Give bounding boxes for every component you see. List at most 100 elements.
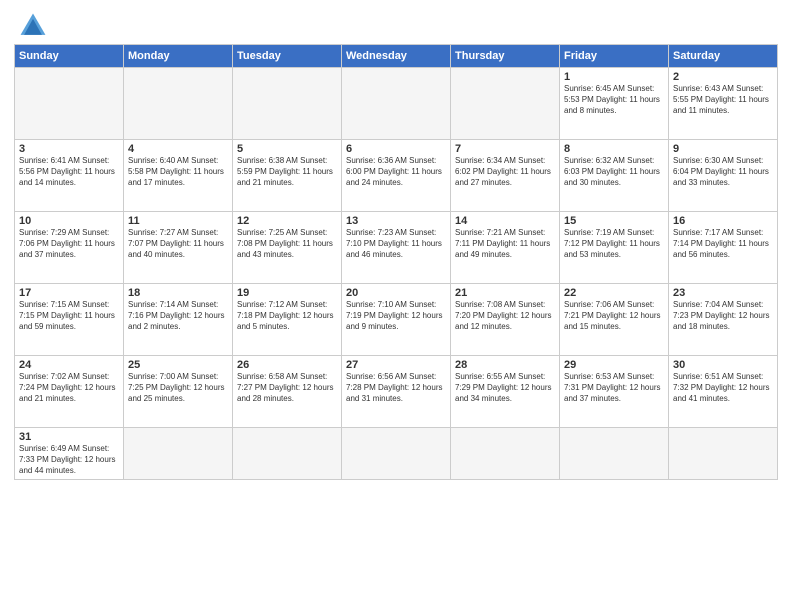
calendar-cell: 14Sunrise: 7:21 AM Sunset: 7:11 PM Dayli…: [451, 212, 560, 284]
header-day-friday: Friday: [560, 45, 669, 68]
calendar-cell: [669, 428, 778, 480]
day-number: 20: [346, 287, 446, 299]
day-number: 14: [455, 215, 555, 227]
day-info: Sunrise: 6:53 AM Sunset: 7:31 PM Dayligh…: [564, 372, 664, 404]
calendar-cell: 29Sunrise: 6:53 AM Sunset: 7:31 PM Dayli…: [560, 356, 669, 428]
day-info: Sunrise: 7:02 AM Sunset: 7:24 PM Dayligh…: [19, 372, 119, 404]
logo-icon: [17, 10, 49, 42]
day-info: Sunrise: 6:40 AM Sunset: 5:58 PM Dayligh…: [128, 156, 228, 188]
day-number: 9: [673, 143, 773, 155]
calendar-header-row: SundayMondayTuesdayWednesdayThursdayFrid…: [15, 45, 778, 68]
day-number: 30: [673, 359, 773, 371]
calendar-cell: [342, 428, 451, 480]
day-info: Sunrise: 6:55 AM Sunset: 7:29 PM Dayligh…: [455, 372, 555, 404]
calendar-cell: 22Sunrise: 7:06 AM Sunset: 7:21 PM Dayli…: [560, 284, 669, 356]
calendar-week-3: 17Sunrise: 7:15 AM Sunset: 7:15 PM Dayli…: [15, 284, 778, 356]
header-day-sunday: Sunday: [15, 45, 124, 68]
calendar-cell: 23Sunrise: 7:04 AM Sunset: 7:23 PM Dayli…: [669, 284, 778, 356]
day-info: Sunrise: 6:43 AM Sunset: 5:55 PM Dayligh…: [673, 84, 773, 116]
logo: [14, 10, 49, 42]
day-number: 22: [564, 287, 664, 299]
day-info: Sunrise: 6:41 AM Sunset: 5:56 PM Dayligh…: [19, 156, 119, 188]
calendar-cell: 26Sunrise: 6:58 AM Sunset: 7:27 PM Dayli…: [233, 356, 342, 428]
calendar-week-0: 1Sunrise: 6:45 AM Sunset: 5:53 PM Daylig…: [15, 68, 778, 140]
calendar-cell: 24Sunrise: 7:02 AM Sunset: 7:24 PM Dayli…: [15, 356, 124, 428]
calendar-week-1: 3Sunrise: 6:41 AM Sunset: 5:56 PM Daylig…: [15, 140, 778, 212]
day-number: 25: [128, 359, 228, 371]
day-info: Sunrise: 7:25 AM Sunset: 7:08 PM Dayligh…: [237, 228, 337, 260]
calendar-cell: 16Sunrise: 7:17 AM Sunset: 7:14 PM Dayli…: [669, 212, 778, 284]
day-info: Sunrise: 7:10 AM Sunset: 7:19 PM Dayligh…: [346, 300, 446, 332]
header-day-tuesday: Tuesday: [233, 45, 342, 68]
day-info: Sunrise: 7:12 AM Sunset: 7:18 PM Dayligh…: [237, 300, 337, 332]
day-number: 8: [564, 143, 664, 155]
calendar-cell: [124, 428, 233, 480]
day-number: 11: [128, 215, 228, 227]
header-day-thursday: Thursday: [451, 45, 560, 68]
calendar-cell: 27Sunrise: 6:56 AM Sunset: 7:28 PM Dayli…: [342, 356, 451, 428]
day-info: Sunrise: 6:51 AM Sunset: 7:32 PM Dayligh…: [673, 372, 773, 404]
calendar-table: SundayMondayTuesdayWednesdayThursdayFrid…: [14, 44, 778, 480]
calendar-cell: [233, 428, 342, 480]
day-number: 16: [673, 215, 773, 227]
calendar-cell: 17Sunrise: 7:15 AM Sunset: 7:15 PM Dayli…: [15, 284, 124, 356]
calendar-week-5: 31Sunrise: 6:49 AM Sunset: 7:33 PM Dayli…: [15, 428, 778, 480]
day-info: Sunrise: 6:36 AM Sunset: 6:00 PM Dayligh…: [346, 156, 446, 188]
day-number: 4: [128, 143, 228, 155]
day-number: 27: [346, 359, 446, 371]
calendar-cell: 11Sunrise: 7:27 AM Sunset: 7:07 PM Dayli…: [124, 212, 233, 284]
calendar-cell: [451, 428, 560, 480]
day-info: Sunrise: 7:29 AM Sunset: 7:06 PM Dayligh…: [19, 228, 119, 260]
calendar-cell: [124, 68, 233, 140]
calendar-cell: 31Sunrise: 6:49 AM Sunset: 7:33 PM Dayli…: [15, 428, 124, 480]
header-day-wednesday: Wednesday: [342, 45, 451, 68]
calendar-cell: 30Sunrise: 6:51 AM Sunset: 7:32 PM Dayli…: [669, 356, 778, 428]
calendar-week-4: 24Sunrise: 7:02 AM Sunset: 7:24 PM Dayli…: [15, 356, 778, 428]
day-info: Sunrise: 7:23 AM Sunset: 7:10 PM Dayligh…: [346, 228, 446, 260]
calendar-cell: 1Sunrise: 6:45 AM Sunset: 5:53 PM Daylig…: [560, 68, 669, 140]
day-number: 2: [673, 71, 773, 83]
day-info: Sunrise: 7:08 AM Sunset: 7:20 PM Dayligh…: [455, 300, 555, 332]
calendar-week-2: 10Sunrise: 7:29 AM Sunset: 7:06 PM Dayli…: [15, 212, 778, 284]
day-info: Sunrise: 7:06 AM Sunset: 7:21 PM Dayligh…: [564, 300, 664, 332]
day-number: 12: [237, 215, 337, 227]
calendar-cell: 28Sunrise: 6:55 AM Sunset: 7:29 PM Dayli…: [451, 356, 560, 428]
header-day-monday: Monday: [124, 45, 233, 68]
day-info: Sunrise: 6:45 AM Sunset: 5:53 PM Dayligh…: [564, 84, 664, 116]
calendar-cell: 18Sunrise: 7:14 AM Sunset: 7:16 PM Dayli…: [124, 284, 233, 356]
calendar-cell: 7Sunrise: 6:34 AM Sunset: 6:02 PM Daylig…: [451, 140, 560, 212]
day-number: 31: [19, 431, 119, 443]
day-number: 21: [455, 287, 555, 299]
calendar-cell: 10Sunrise: 7:29 AM Sunset: 7:06 PM Dayli…: [15, 212, 124, 284]
calendar-cell: 13Sunrise: 7:23 AM Sunset: 7:10 PM Dayli…: [342, 212, 451, 284]
calendar-cell: 19Sunrise: 7:12 AM Sunset: 7:18 PM Dayli…: [233, 284, 342, 356]
day-number: 5: [237, 143, 337, 155]
header-day-saturday: Saturday: [669, 45, 778, 68]
day-info: Sunrise: 7:19 AM Sunset: 7:12 PM Dayligh…: [564, 228, 664, 260]
day-number: 15: [564, 215, 664, 227]
day-number: 24: [19, 359, 119, 371]
calendar-cell: 21Sunrise: 7:08 AM Sunset: 7:20 PM Dayli…: [451, 284, 560, 356]
day-number: 29: [564, 359, 664, 371]
day-info: Sunrise: 7:27 AM Sunset: 7:07 PM Dayligh…: [128, 228, 228, 260]
day-number: 17: [19, 287, 119, 299]
day-number: 6: [346, 143, 446, 155]
calendar-cell: [560, 428, 669, 480]
calendar-cell: 15Sunrise: 7:19 AM Sunset: 7:12 PM Dayli…: [560, 212, 669, 284]
day-info: Sunrise: 7:17 AM Sunset: 7:14 PM Dayligh…: [673, 228, 773, 260]
day-number: 28: [455, 359, 555, 371]
day-number: 18: [128, 287, 228, 299]
day-number: 19: [237, 287, 337, 299]
day-number: 7: [455, 143, 555, 155]
calendar-cell: [15, 68, 124, 140]
day-info: Sunrise: 7:04 AM Sunset: 7:23 PM Dayligh…: [673, 300, 773, 332]
calendar-cell: 5Sunrise: 6:38 AM Sunset: 5:59 PM Daylig…: [233, 140, 342, 212]
day-number: 3: [19, 143, 119, 155]
day-number: 10: [19, 215, 119, 227]
calendar-cell: 12Sunrise: 7:25 AM Sunset: 7:08 PM Dayli…: [233, 212, 342, 284]
calendar-cell: 4Sunrise: 6:40 AM Sunset: 5:58 PM Daylig…: [124, 140, 233, 212]
day-number: 1: [564, 71, 664, 83]
day-number: 13: [346, 215, 446, 227]
calendar-cell: 8Sunrise: 6:32 AM Sunset: 6:03 PM Daylig…: [560, 140, 669, 212]
calendar-cell: 6Sunrise: 6:36 AM Sunset: 6:00 PM Daylig…: [342, 140, 451, 212]
